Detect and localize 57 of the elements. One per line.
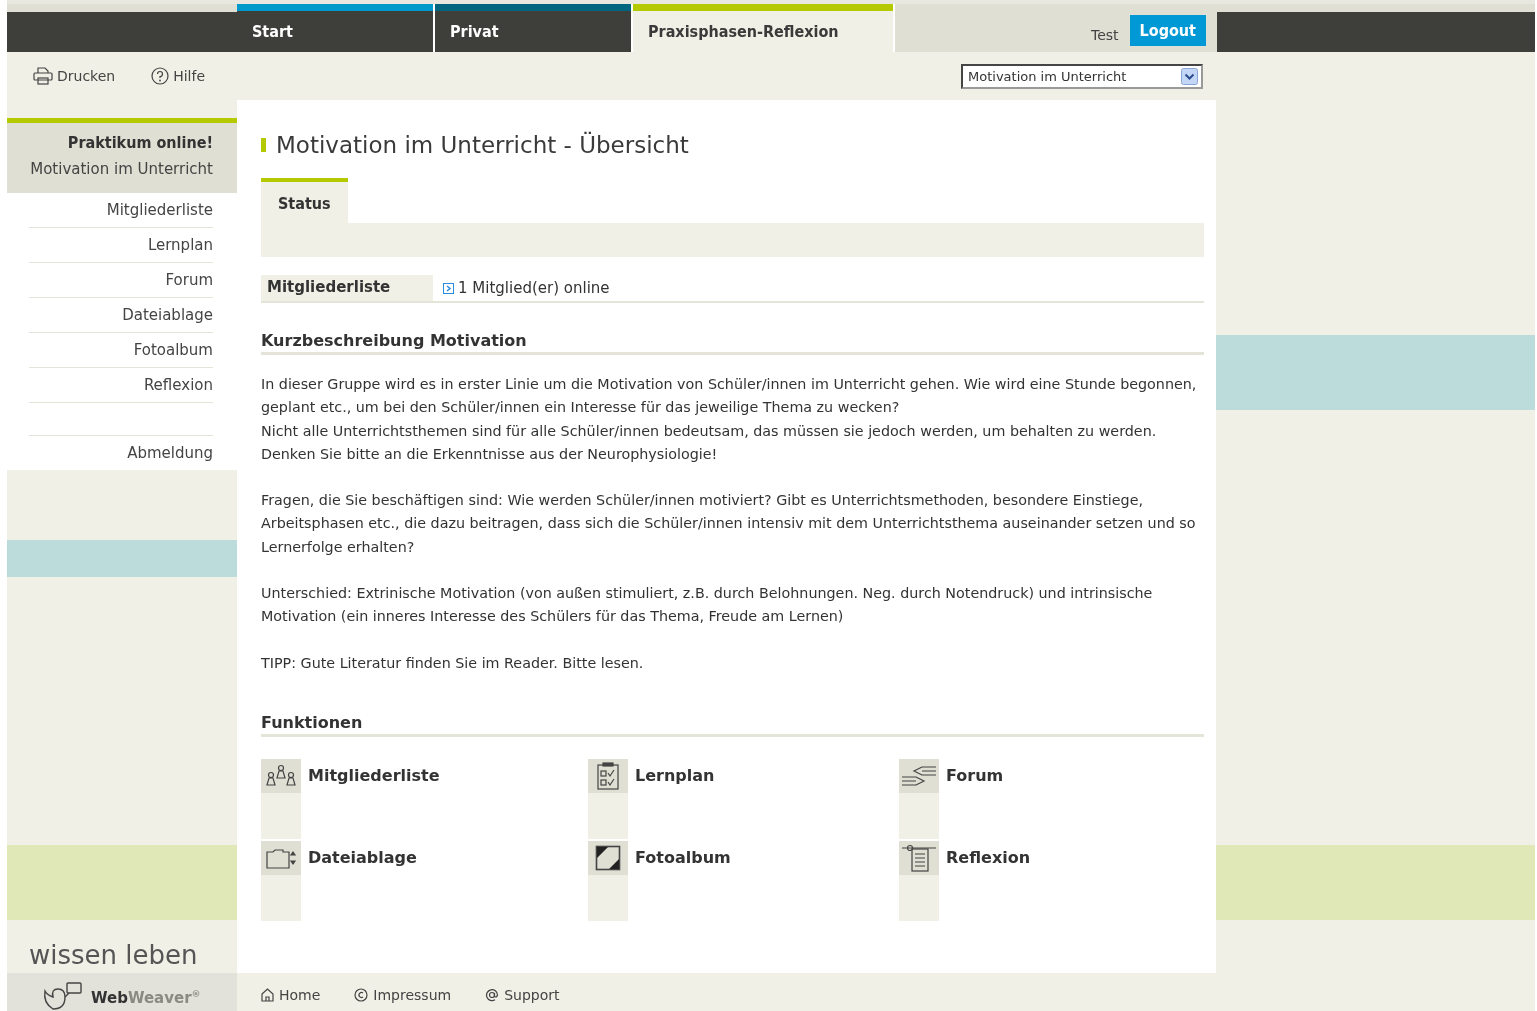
function-icon-button[interactable]	[899, 840, 939, 875]
function-link[interactable]: Reflexion	[946, 847, 1031, 868]
footer-link[interactable]: Home	[261, 986, 321, 1003]
function-icon-button[interactable]	[588, 840, 628, 875]
sidebar-item[interactable]: Abmeldung	[29, 436, 213, 470]
function-icon-button[interactable]	[261, 758, 301, 793]
description-text: In dieser Gruppe wird es in erster Linie um die Motivation von Schüler/innen im Unterricht gehen. Wie wird eine Stunde begonnen, geplant etc., um bei den Schüler/innen ein Interesse für das jeweilige Thema zu wecken?	[261, 375, 1198, 418]
print-link[interactable]: Drucken	[33, 67, 116, 85]
printer-icon	[33, 67, 53, 85]
arrow-right-icon	[443, 282, 454, 294]
page-title: Motivation im Unterricht - Übersicht	[261, 132, 1204, 158]
people-icon	[264, 762, 298, 789]
at-icon	[485, 987, 500, 1002]
section-heading: Funktionen	[261, 712, 1204, 737]
nav-tab[interactable]: Privat	[435, 4, 631, 52]
sidebar-item[interactable]: Lernplan	[29, 228, 213, 263]
members-label: Mitgliederliste	[261, 275, 433, 301]
slogan: wissen leben	[29, 940, 199, 970]
sidebar-item[interactable]: Fotoalbum	[29, 333, 213, 368]
function-link[interactable]: Dateiablage	[308, 847, 417, 868]
clipboard-checklist-icon	[596, 761, 620, 790]
home-icon	[261, 987, 274, 1002]
members-online-link[interactable]: 1 Mitglied(er) online	[458, 279, 610, 297]
status-tab[interactable]: Status	[261, 178, 348, 223]
user-name: Test	[1091, 27, 1119, 43]
sidebar-subtitle: Motivation im Unterricht	[30, 160, 213, 178]
description-text: Denken Sie bitte an die Erkenntnisse aus der Neurophysiologie!	[261, 444, 719, 464]
help-icon	[151, 67, 170, 85]
description-text: Fragen, die Sie beschäftigen sind: Wie werden Schüler/innen motiviert? Gibt es Unterrichtsmethoden, besondere Einstiege, Arbeitsphasen etc., die dazu beitragen, dass sich die Schüler/innen intensiv mit dem Unterrichtsthema auseinander setzen und so Lernerfolge erhalten?	[261, 491, 1197, 557]
function-icon-button[interactable]	[899, 758, 939, 793]
nav-tab[interactable]: Praxisphasen-Reflexion	[633, 4, 893, 52]
nav-tab[interactable]: Start	[237, 4, 433, 52]
function-link[interactable]: Fotoalbum	[635, 847, 731, 868]
function-link[interactable]: Lernplan	[635, 765, 715, 786]
scroll-icon	[900, 843, 938, 872]
description-text: TIPP: Gute Literatur finden Sie im Reader. Bitte lesen.	[261, 653, 645, 673]
function-link[interactable]: Mitgliederliste	[308, 765, 440, 786]
description-text: Nicht alle Unterrichtsthemen sind für alle Schüler/innen bedeutsam, das müssen sie jedoch werden, um behalten zu werden.	[261, 421, 1158, 441]
sidebar-item[interactable]: Dateiablage	[29, 298, 213, 333]
section-heading: Kurzbeschreibung Motivation	[261, 331, 1204, 355]
chevron-down-icon	[1181, 67, 1198, 85]
footer-link[interactable]: Impressum	[354, 986, 452, 1003]
sidebar-item[interactable]: Mitgliederliste	[29, 193, 213, 228]
group-select[interactable]: Motivation im Unterricht	[961, 63, 1203, 89]
help-link[interactable]: Hilfe	[151, 67, 206, 85]
copyright-icon	[354, 987, 369, 1002]
logo-text: WebWeaver$^{®}$	[91, 989, 201, 1007]
sidebar-item[interactable]: Forum	[29, 263, 213, 298]
footer-link[interactable]: Support	[485, 986, 560, 1003]
sidebar-title: Praktikum online!	[67, 133, 213, 152]
function-link[interactable]: Forum	[946, 765, 1004, 786]
function-icon-button[interactable]	[588, 758, 628, 793]
sidebar-item[interactable]: Reflexion	[29, 368, 213, 403]
description-text: Unterschied: Extrinische Motivation (von außen stimuliert, z.B. durch Belohnungen. Neg. durch Notendruck) und intrinsische Motivation (ein inneres Interesse des Schülers für das Thema, Freude am Lernen)	[261, 584, 1154, 627]
folder-icon	[265, 846, 297, 869]
photo-frame-icon	[595, 844, 621, 871]
arrows-icon	[900, 763, 938, 788]
